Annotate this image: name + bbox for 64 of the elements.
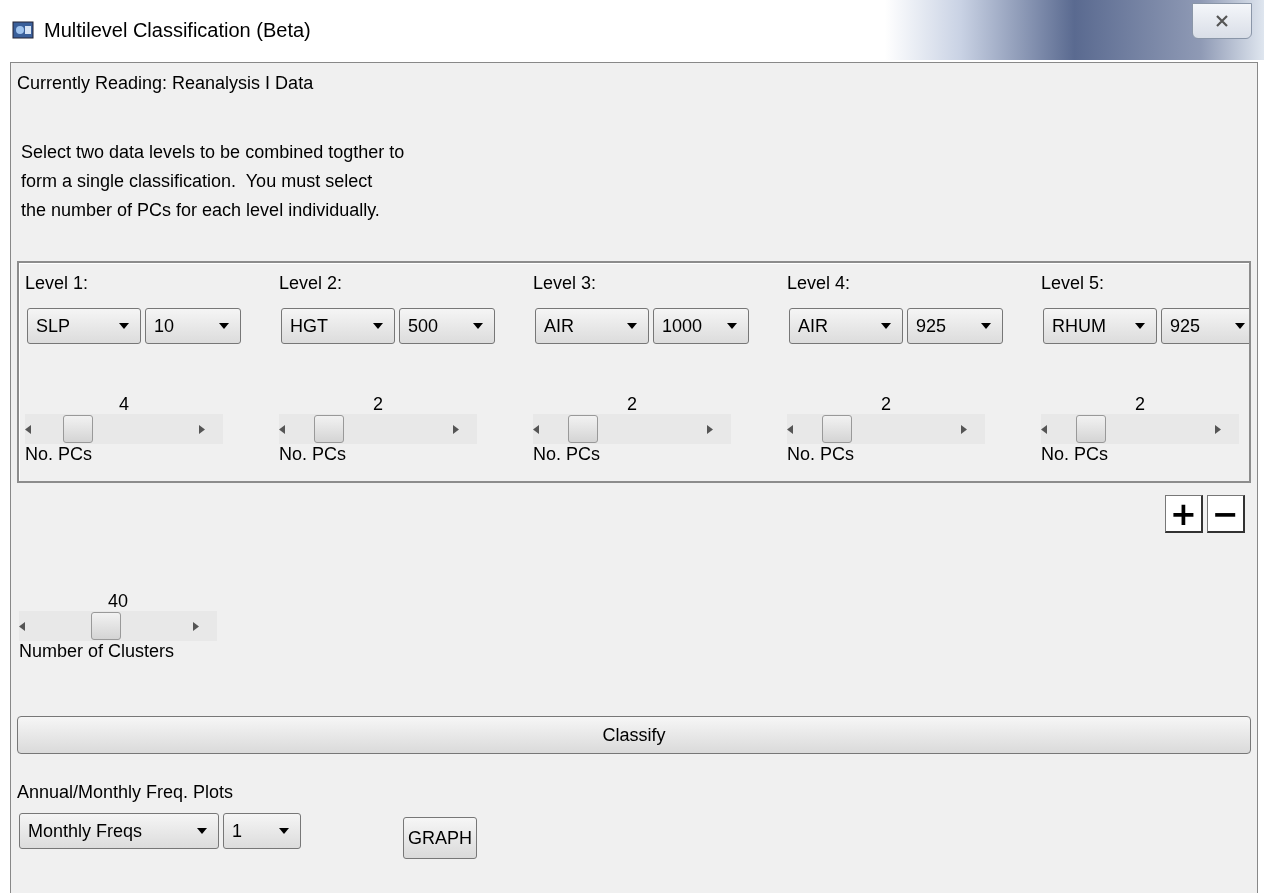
caret-icon <box>1234 322 1246 330</box>
slider[interactable] <box>25 414 223 444</box>
remove-button[interactable]: − <box>1207 495 1245 533</box>
slider-thumb[interactable] <box>1075 415 1106 443</box>
caret-icon <box>472 322 484 330</box>
slider-label: No. PCs <box>533 444 602 465</box>
slider[interactable] <box>533 414 731 444</box>
instructions-text: Select two data levels to be combined togther to form a single classification. You must select the number of PCs for each level individually. <box>21 141 406 222</box>
slider-thumb[interactable] <box>91 612 122 640</box>
slider-value: 2 <box>372 394 384 414</box>
caret-icon <box>880 322 892 330</box>
caret-icon <box>1134 322 1146 330</box>
dropdown[interactable]: 500 <box>399 308 495 344</box>
status-text: Currently Reading: Reanalysis I Data <box>17 73 315 94</box>
caret-icon <box>626 322 638 330</box>
caret-icon <box>726 322 738 330</box>
slider[interactable] <box>19 611 217 641</box>
dropdown[interactable]: HGT <box>281 308 395 344</box>
slider-thumb[interactable] <box>567 415 598 443</box>
slider-value: 40 <box>107 591 129 611</box>
app-icon <box>12 21 34 39</box>
window-title: Multilevel Classification (Beta) <box>44 18 311 42</box>
slider-label: No. PCs <box>1041 444 1110 465</box>
graph-button[interactable]: GRAPH <box>403 817 477 859</box>
dropdown[interactable]: 1000 <box>653 308 749 344</box>
caret-icon <box>196 827 208 835</box>
close-icon <box>1214 14 1230 28</box>
plots-label: Annual/Monthly Freq. Plots <box>17 782 235 803</box>
level-label: Level 1: <box>25 273 90 294</box>
dropdown[interactable]: SLP <box>27 308 141 344</box>
slider[interactable] <box>279 414 477 444</box>
slider-thumb[interactable] <box>313 415 344 443</box>
caret-icon <box>372 322 384 330</box>
level-label: Level 3: <box>533 273 598 294</box>
slider-thumb[interactable] <box>821 415 852 443</box>
level-label: Level 2: <box>279 273 344 294</box>
slider-thumb[interactable] <box>63 415 94 443</box>
caret-icon <box>218 322 230 330</box>
dropdown[interactable]: 925 <box>1161 308 1249 344</box>
dropdown[interactable]: AIR <box>535 308 649 344</box>
slider-value: 2 <box>880 394 892 414</box>
level-label: Level 5: <box>1041 273 1106 294</box>
dropdown[interactable]: Monthly Freqs <box>19 813 219 849</box>
caret-icon <box>118 322 130 330</box>
dropdown[interactable]: RHUM <box>1043 308 1157 344</box>
slider-label: Number of Clusters <box>19 641 176 662</box>
level-label: Level 4: <box>787 273 852 294</box>
slider-label: No. PCs <box>787 444 856 465</box>
slider[interactable] <box>787 414 985 444</box>
add-button[interactable]: + <box>1165 495 1203 533</box>
slider-value: 2 <box>1134 394 1146 414</box>
slider-value: 4 <box>118 394 130 414</box>
slider-label: No. PCs <box>25 444 94 465</box>
dropdown[interactable]: 925 <box>907 308 1003 344</box>
slider-label: No. PCs <box>279 444 348 465</box>
close-button[interactable] <box>1192 3 1252 39</box>
caret-icon <box>278 827 290 835</box>
dropdown[interactable]: 10 <box>145 308 241 344</box>
caret-icon <box>980 322 992 330</box>
dropdown[interactable]: 1 <box>223 813 301 849</box>
slider-value: 2 <box>626 394 638 414</box>
slider[interactable] <box>1041 414 1239 444</box>
classify-button[interactable]: Classify <box>17 716 1251 754</box>
dropdown[interactable]: AIR <box>789 308 903 344</box>
